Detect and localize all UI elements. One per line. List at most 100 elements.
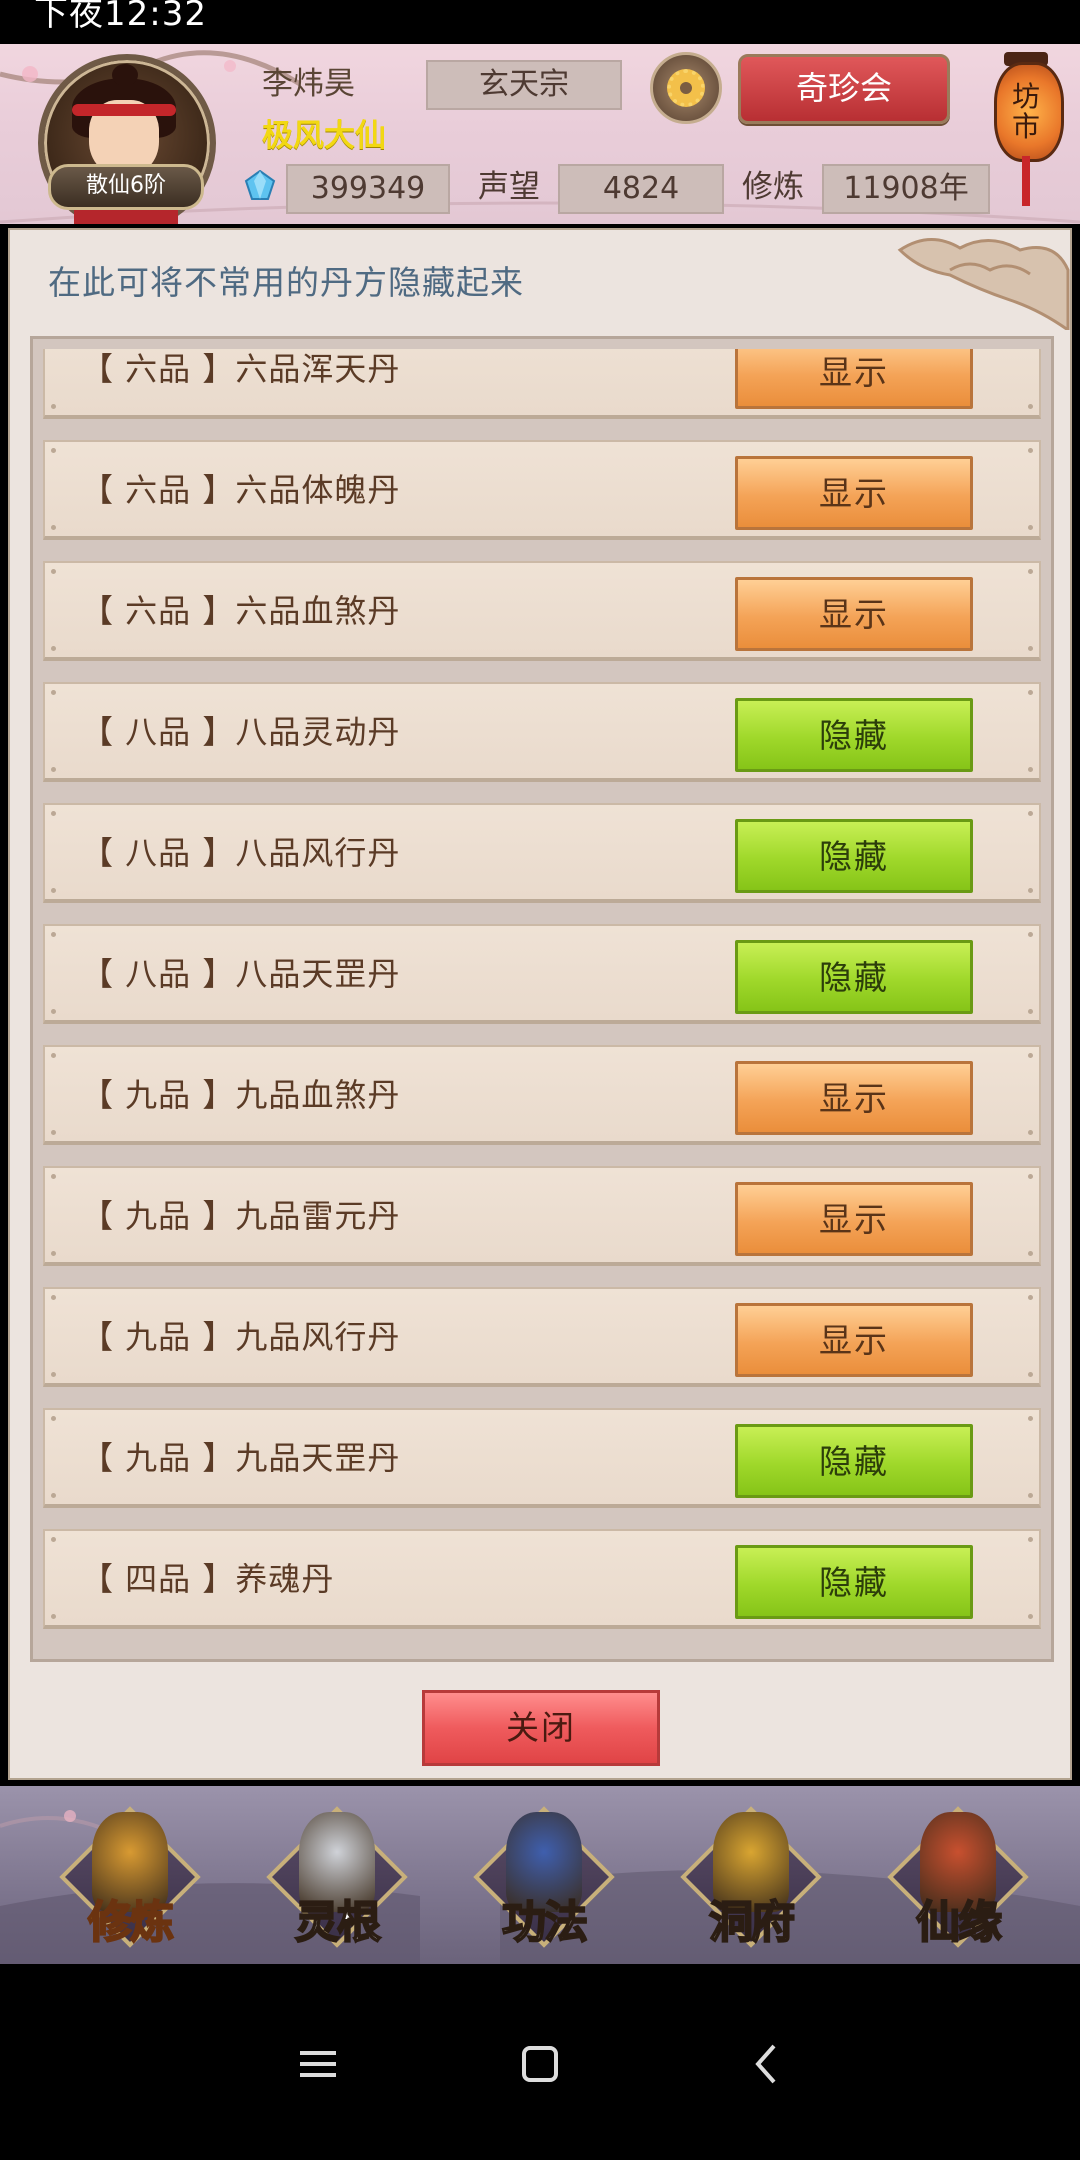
recipe-name: 【 九品 】九品雷元丹 [81, 1197, 401, 1235]
nav-tab[interactable]: 功法 [469, 1802, 619, 1952]
corner-rivet [1028, 1251, 1033, 1256]
recipe-name: 【 八品 】八品风行丹 [81, 834, 401, 872]
corner-rivet [51, 767, 56, 772]
close-button[interactable]: 关闭 [422, 1690, 660, 1766]
corner-rivet [51, 404, 56, 409]
corner-rivet [1028, 1614, 1033, 1619]
nav-tab-label: 功法 [501, 1896, 589, 1949]
corner-rivet [51, 1174, 56, 1179]
prestige-label: 声望 [478, 169, 540, 205]
hide-recipe-button[interactable]: 隐藏 [735, 819, 973, 893]
hide-recipe-button[interactable]: 隐藏 [735, 698, 973, 772]
corner-rivet [51, 1537, 56, 1542]
hide-recipe-button[interactable]: 隐藏 [735, 940, 973, 1014]
recipe-row: 【 八品 】八品灵动丹 隐藏 [43, 682, 1041, 782]
corner-rivet [51, 1295, 56, 1300]
recipe-row: 【 八品 】八品风行丹 隐藏 [43, 803, 1041, 903]
corner-rivet [1028, 690, 1033, 695]
panel-description: 在此可将不常用的丹方隐藏起来 [48, 263, 524, 302]
corner-rivet [1028, 1295, 1033, 1300]
recipe-row: 【 九品 】九品风行丹 显示 [43, 1287, 1041, 1387]
corner-rivet [51, 448, 56, 453]
recipe-name: 【 六品 】六品浑天丹 [81, 350, 401, 388]
corner-rivet [51, 1009, 56, 1014]
recipe-name: 【 八品 】八品天罡丹 [81, 955, 401, 993]
corner-rivet [1028, 1416, 1033, 1421]
nav-tab-label: 修炼 [87, 1896, 175, 1949]
corner-rivet [1028, 1537, 1033, 1542]
recipe-row: 【 九品 】九品天罡丹 隐藏 [43, 1408, 1041, 1508]
corner-rivet [1028, 811, 1033, 816]
menu-icon[interactable] [278, 2024, 358, 2104]
show-recipe-button[interactable]: 显示 [735, 1303, 973, 1377]
settings-button[interactable] [650, 52, 722, 124]
corner-rivet [51, 1614, 56, 1619]
corner-rivet [1028, 1053, 1033, 1058]
corner-rivet [51, 569, 56, 574]
cultivation-label: 修炼 [742, 169, 804, 205]
show-recipe-button[interactable]: 显示 [735, 1182, 973, 1256]
recipe-name: 【 九品 】九品血煞丹 [81, 1076, 401, 1114]
back-icon[interactable] [728, 2024, 808, 2104]
show-recipe-button[interactable]: 显示 [735, 456, 973, 530]
show-recipe-button[interactable]: 显示 [735, 349, 973, 409]
nav-tab-label: 灵根 [294, 1896, 382, 1949]
corner-rivet [51, 1416, 56, 1421]
corner-rivet [51, 811, 56, 816]
corner-rivet [1028, 932, 1033, 937]
spirit-stone-count: 399349 [286, 164, 450, 214]
nav-tab-label: 仙缘 [915, 1896, 1003, 1949]
corner-rivet [1028, 1174, 1033, 1179]
market-lantern-button[interactable]: 坊市 [988, 48, 1064, 206]
corner-rivet [1028, 1130, 1033, 1135]
corner-rivet [51, 690, 56, 695]
show-recipe-button[interactable]: 显示 [735, 577, 973, 651]
show-recipe-button[interactable]: 显示 [735, 1061, 973, 1135]
avatar-headband [72, 104, 176, 116]
corner-rivet [51, 1053, 56, 1058]
treasure-fair-button[interactable]: 奇珍会 [738, 54, 950, 124]
cloud-decoration [897, 238, 1070, 330]
hide-recipe-button[interactable]: 隐藏 [735, 1424, 973, 1498]
corner-rivet [1028, 646, 1033, 651]
nav-tab[interactable]: 仙缘 [883, 1802, 1033, 1952]
recipe-row: 【 四品 】养魂丹 隐藏 [43, 1529, 1041, 1629]
sect-name: 玄天宗 [426, 60, 622, 110]
recipe-row: 【 八品 】八品天罡丹 隐藏 [43, 924, 1041, 1024]
recipe-name: 【 六品 】六品体魄丹 [81, 471, 401, 509]
corner-rivet [51, 1130, 56, 1135]
corner-rivet [51, 932, 56, 937]
corner-rivet [51, 1493, 56, 1498]
player-header: 散仙6阶 李炜昊 极风大仙 玄天宗 奇珍会 坊市 399349 声望 4824 … [0, 44, 1080, 224]
lantern-tassel [1022, 156, 1030, 206]
nav-tab[interactable]: 修炼 [55, 1802, 205, 1952]
recipe-name: 【 九品 】九品天罡丹 [81, 1439, 401, 1477]
bottom-nav: 修炼 灵根 功法 洞府 仙缘 [0, 1786, 1080, 1964]
corner-rivet [51, 888, 56, 893]
corner-rivet [1028, 525, 1033, 530]
recipe-list[interactable]: 【 六品 】六品浑天丹 显示【 六品 】六品体魄丹 显示【 六品 】六品血煞丹 显示【… [43, 349, 1041, 1649]
recipe-list-frame: 【 六品 】六品浑天丹 显示【 六品 】六品体魄丹 显示【 六品 】六品血煞丹 显示【… [30, 336, 1054, 1662]
hide-recipe-button[interactable]: 隐藏 [735, 1545, 973, 1619]
corner-rivet [51, 1372, 56, 1377]
android-nav-bar [0, 1964, 1080, 2160]
recipe-name: 【 八品 】八品灵动丹 [81, 713, 401, 751]
lantern-label: 坊市 [1011, 80, 1040, 143]
corner-rivet [1028, 1493, 1033, 1498]
nav-tab[interactable]: 洞府 [676, 1802, 826, 1952]
nav-tab[interactable]: 灵根 [262, 1802, 412, 1952]
recipe-name: 【 四品 】养魂丹 [81, 1560, 335, 1598]
home-icon[interactable] [500, 2024, 580, 2104]
recipe-hide-panel: 在此可将不常用的丹方隐藏起来 【 六品 】六品浑天丹 显示【 六品 】六品体魄丹显… [8, 228, 1072, 1780]
recipe-row: 【 六品 】六品体魄丹 显示 [43, 440, 1041, 540]
spirit-stone-icon [244, 170, 276, 200]
player-name: 李炜昊 [262, 66, 355, 102]
corner-rivet [1028, 1372, 1033, 1377]
recipe-row: 【 九品 】九品血煞丹 显示 [43, 1045, 1041, 1145]
recipe-name: 【 六品 】六品血煞丹 [81, 592, 401, 630]
corner-rivet [1028, 888, 1033, 893]
recipe-row: 【 六品 】六品浑天丹 显示 [43, 349, 1041, 419]
recipe-name: 【 九品 】九品风行丹 [81, 1318, 401, 1356]
corner-rivet [51, 525, 56, 530]
corner-rivet [51, 646, 56, 651]
